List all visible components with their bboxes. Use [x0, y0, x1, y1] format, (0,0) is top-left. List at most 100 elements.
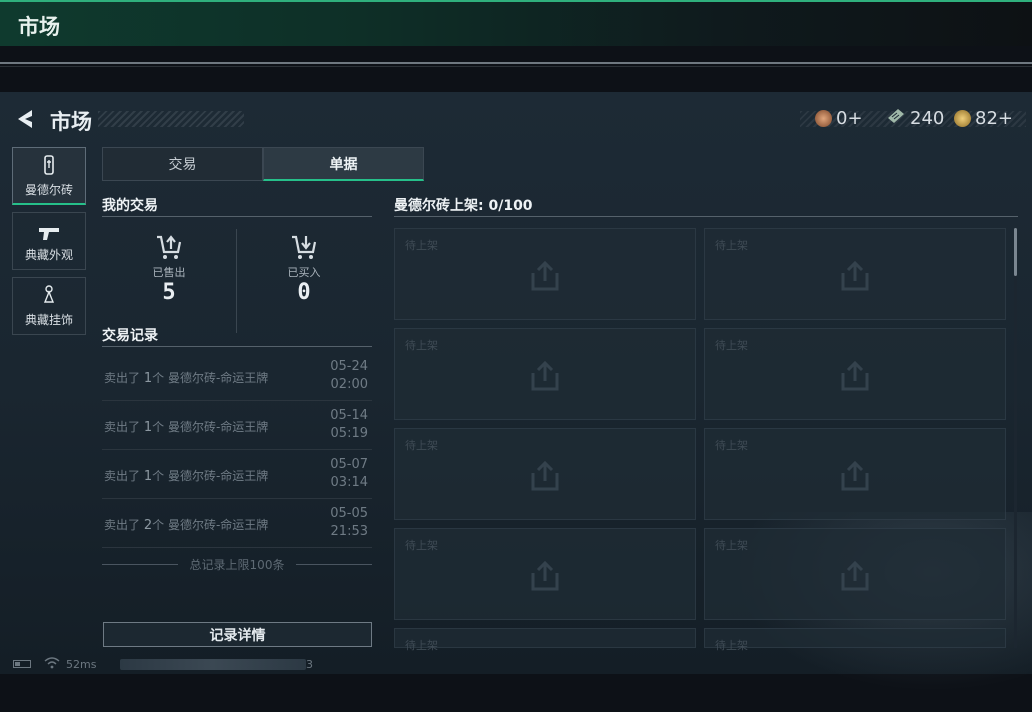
charm-icon [13, 278, 85, 308]
record-action: 卖出了 [104, 469, 141, 483]
slot-label: 待上架 [715, 339, 748, 352]
record-action: 卖出了 [104, 518, 141, 532]
currency-coin[interactable]: 82+ [954, 107, 1013, 129]
currency-medal[interactable]: 0+ [815, 107, 863, 129]
sidebar-item-label: 典藏挂饰 [24, 313, 73, 327]
listing-slot[interactable]: 待上架 [394, 528, 696, 620]
record-details-button[interactable]: 记录详情 [103, 622, 372, 647]
listing-slot[interactable]: 待上架 [704, 228, 1006, 320]
upload-icon [837, 359, 873, 393]
listing-slot[interactable]: 待上架 [704, 328, 1006, 420]
sold-label: 已售出 [152, 266, 186, 279]
scrollbar-track[interactable] [1014, 228, 1017, 648]
slot-label: 待上架 [405, 339, 438, 352]
slot-label: 待上架 [715, 539, 748, 552]
upload-icon [527, 459, 563, 493]
divider [102, 216, 372, 217]
listing-title: 曼德尔砖上架: 0/100 [394, 198, 533, 214]
brick-icon [13, 148, 85, 178]
slot-label: 待上架 [715, 239, 748, 252]
ticket-icon [886, 108, 906, 129]
upload-icon [837, 559, 873, 593]
scrollbar-thumb[interactable] [1014, 228, 1017, 276]
sold-count: 5 [162, 280, 176, 305]
status-bar: 52ms 3 [0, 656, 1032, 674]
upload-icon [527, 559, 563, 593]
upload-icon [837, 259, 873, 293]
listing-slot[interactable]: 待上架 [394, 328, 696, 420]
records-limit-note: 总记录上限100条 [102, 556, 372, 572]
record-date: 05-14 [330, 408, 368, 423]
tab-orders[interactable]: 单据 [263, 147, 424, 181]
battery-icon [13, 660, 31, 668]
listing-slot[interactable]: 待上架 [704, 528, 1006, 620]
upload-icon [837, 459, 873, 493]
record-count: 1 [143, 469, 153, 484]
listing-slot[interactable]: 待上架 [394, 428, 696, 520]
upload-icon [527, 259, 563, 293]
list-item: 卖出了 1个 曼德尔砖-命运王牌 05-24 02:00 [102, 352, 372, 401]
medal-icon [815, 109, 832, 127]
slot-label: 待上架 [405, 239, 438, 252]
tab-trade[interactable]: 交易 [102, 147, 263, 181]
slot-label: 待上架 [405, 639, 438, 652]
back-icon[interactable] [14, 107, 36, 131]
slot-label: 待上架 [715, 439, 748, 452]
currency-value: 0+ [836, 107, 863, 129]
sold-stat: 已售出 5 [109, 232, 229, 305]
record-time: 05:19 [330, 426, 368, 441]
record-count: 1 [143, 420, 153, 435]
slot-label: 待上架 [715, 639, 748, 652]
record-time: 21:53 [330, 524, 368, 539]
page-title: 市场 [50, 110, 92, 134]
ping-value: 52ms [66, 658, 97, 671]
slot-label: 待上架 [405, 439, 438, 452]
sidebar-item-label: 典藏外观 [24, 248, 73, 262]
my-trades-title: 我的交易 [102, 198, 158, 214]
divider [0, 66, 1032, 67]
wifi-icon [44, 657, 60, 672]
divider [394, 216, 1018, 217]
divider [236, 229, 237, 333]
record-count: 1 [143, 371, 153, 386]
record-time: 02:00 [330, 377, 368, 392]
coin-icon [954, 109, 971, 127]
app-title-bar: 市场 [0, 0, 1032, 46]
record-item: 个 曼德尔砖-命运王牌 [152, 420, 269, 434]
list-item: 卖出了 1个 曼德尔砖-命运王牌 05-07 03:14 [102, 450, 372, 499]
divider [102, 346, 372, 347]
sidebar-item-charms[interactable]: 典藏挂饰 [12, 277, 86, 335]
record-count: 2 [143, 518, 153, 533]
cart-down-icon [244, 232, 364, 264]
listing-slot[interactable]: 待上架 [394, 228, 696, 320]
list-item: 卖出了 1个 曼德尔砖-命运王牌 05-14 05:19 [102, 401, 372, 450]
records-title: 交易记录 [102, 328, 158, 344]
app-title: 市场 [18, 15, 60, 39]
sidebar-item-skins[interactable]: 典藏外观 [12, 212, 86, 270]
list-item: 卖出了 2个 曼德尔砖-命运王牌 05-05 21:53 [102, 499, 372, 548]
listing-slot[interactable]: 待上架 [704, 428, 1006, 520]
currency-ticket[interactable]: 240 [886, 107, 945, 129]
record-date: 05-05 [330, 506, 368, 521]
bought-label: 已买入 [287, 266, 321, 279]
slot-label: 待上架 [405, 539, 438, 552]
record-action: 卖出了 [104, 371, 141, 385]
record-date: 05-07 [330, 457, 368, 472]
redacted-text [120, 659, 306, 670]
record-date: 05-24 [330, 359, 368, 374]
listing-slot[interactable]: 待上架 [704, 628, 1006, 652]
record-item: 个 曼德尔砖-命运王牌 [152, 371, 269, 385]
sidebar-item-brick[interactable]: 曼德尔砖 [12, 147, 86, 205]
record-time: 03:14 [330, 475, 368, 490]
currency-value: 240 [910, 107, 945, 129]
record-item: 个 曼德尔砖-命运王牌 [152, 469, 269, 483]
bought-count: 0 [297, 280, 311, 305]
sidebar-item-label: 曼德尔砖 [24, 183, 73, 197]
currency-value: 82+ [975, 107, 1013, 129]
divider [0, 62, 1032, 64]
listing-slot[interactable]: 待上架 [394, 628, 696, 652]
status-tail: 3 [306, 658, 313, 671]
tab-bar: 交易 单据 [102, 147, 424, 181]
record-item: 个 曼德尔砖-命运王牌 [152, 518, 269, 532]
upload-icon [527, 359, 563, 393]
